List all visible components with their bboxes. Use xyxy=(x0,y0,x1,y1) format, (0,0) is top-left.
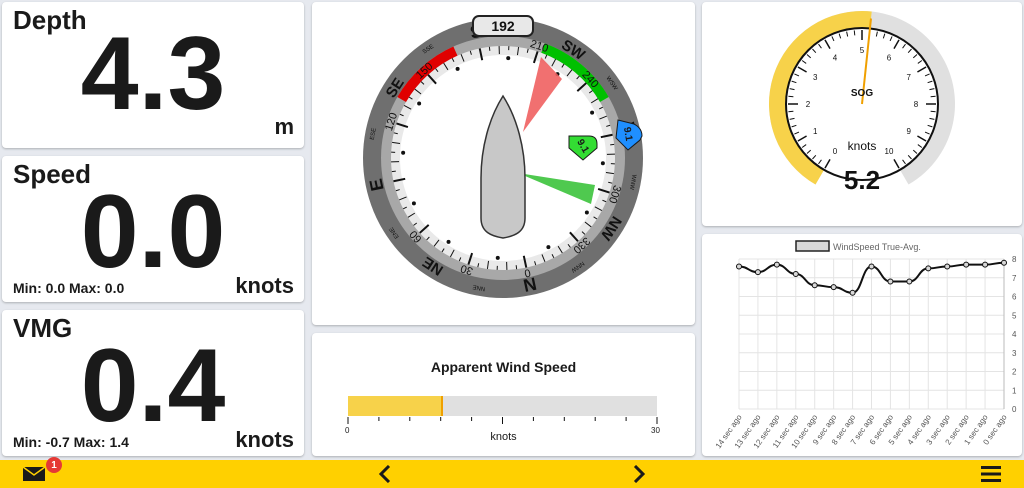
vmg-unit: knots xyxy=(235,427,294,452)
apparent-wind-bar-needle xyxy=(440,396,443,416)
sog-gauge: 0 1 2 3 4 5 6 7 8 9 10 SOG knots 5.2 xyxy=(769,10,955,195)
sog-tick xyxy=(853,30,856,36)
chart-data-point xyxy=(887,278,894,285)
speed-panel: Speed 0.0 knots Min: 0.0 Max: 0.0 xyxy=(2,156,304,302)
sog-tick-label: 5 xyxy=(860,46,865,55)
apparent-wind-bar-track xyxy=(348,396,657,416)
chart-data-point xyxy=(982,261,989,268)
sog-tick-label: 0 xyxy=(833,147,838,156)
notification-count-badge: 1 xyxy=(46,457,62,473)
bottom-toolbar xyxy=(0,460,1024,488)
sog-tick-label: 6 xyxy=(887,53,892,62)
compass-dot xyxy=(446,239,451,244)
chart-data-point xyxy=(849,289,856,296)
legend-swatch xyxy=(795,240,830,252)
sog-unit: knots xyxy=(848,139,877,153)
sog-tick xyxy=(930,95,936,98)
sog-tick-label: 9 xyxy=(907,127,912,136)
heading-readout: 192 xyxy=(491,18,515,34)
chart-y-tick-label: 4 xyxy=(1012,330,1017,339)
chart-data-point xyxy=(868,263,875,270)
chart-data-point xyxy=(925,265,932,272)
chart-data-point xyxy=(773,261,780,268)
heading-readout-box: 192 xyxy=(472,15,534,37)
depth-panel: Depth 4.3 m xyxy=(2,2,304,148)
chart-y-tick-label: 1 xyxy=(1012,386,1017,395)
apparent-wind-bar-fill xyxy=(348,396,442,416)
compass-dot xyxy=(411,201,416,206)
compass-dot xyxy=(546,245,551,250)
wind-speed-chart-panel: WindSpeed True-Avg. 012345678 14 sec ago… xyxy=(702,234,1022,456)
vmg-panel: VMG 0.4 knots Min: -0.7 Max: 1.4 xyxy=(2,310,304,456)
chart-data-point xyxy=(963,261,970,268)
speed-unit: knots xyxy=(235,273,294,298)
envelope-icon xyxy=(22,466,46,481)
hamburger-menu-icon xyxy=(981,466,1001,482)
chart-y-tick-label: 2 xyxy=(1012,368,1017,377)
compass-dot xyxy=(495,255,500,260)
chart-y-tick-label: 8 xyxy=(1012,255,1017,264)
compass-dot xyxy=(401,150,406,155)
apparent-wind-panel: Apparent Wind Speed 0 30 knots xyxy=(312,333,695,456)
compass-dot xyxy=(600,161,605,166)
sog-tick-label: 1 xyxy=(813,127,818,136)
sog-tick-label: 4 xyxy=(833,53,838,62)
chevron-right-icon xyxy=(633,465,646,483)
menu-button[interactable] xyxy=(974,460,1008,488)
chart-data-point xyxy=(811,282,818,289)
depth-value: 4.3 xyxy=(80,16,226,132)
compass-dot xyxy=(590,110,595,115)
sog-tick-label: 7 xyxy=(907,73,912,82)
wind-compass-panel: SSWWNWNNEESE15021024030033003060120SSWWS… xyxy=(312,2,695,325)
sog-tick xyxy=(788,95,794,98)
compass-dot xyxy=(417,101,422,106)
chart-y-tick-label: 5 xyxy=(1012,311,1017,320)
compass-dot xyxy=(455,66,460,71)
chart-y-tick-label: 3 xyxy=(1012,349,1017,358)
apparent-wind-unit: knots xyxy=(490,431,517,443)
chart-y-tick-label: 6 xyxy=(1012,293,1017,302)
sog-label: SOG xyxy=(851,88,873,99)
chart-data-point xyxy=(906,278,913,285)
sog-tick xyxy=(788,110,794,113)
chart-data-point xyxy=(792,271,799,277)
vmg-minmax: Min: -0.7 Max: 1.4 xyxy=(13,434,129,450)
sog-tick xyxy=(930,110,936,113)
wind-speed-chart: WindSpeed True-Avg. 012345678 14 sec ago… xyxy=(714,240,1017,450)
speed-minmax: Min: 0.0 Max: 0.0 xyxy=(13,280,125,296)
chart-data-point xyxy=(944,263,951,270)
chart-y-tick-label: 0 xyxy=(1012,405,1017,414)
chart-data-point xyxy=(754,269,761,276)
apparent-wind-title: Apparent Wind Speed xyxy=(430,359,577,375)
chart-data-point xyxy=(830,284,837,291)
sog-tick-label: 10 xyxy=(885,147,894,156)
previous-page-button[interactable] xyxy=(370,460,400,488)
sog-panel: 0 1 2 3 4 5 6 7 8 9 10 SOG knots 5.2 xyxy=(702,2,1022,226)
depth-unit: m xyxy=(274,114,294,139)
compass-dot xyxy=(506,56,511,61)
chart-y-tick-label: 7 xyxy=(1012,274,1017,283)
next-page-button[interactable] xyxy=(624,460,654,488)
compass-dot xyxy=(584,210,589,215)
legend-label: WindSpeed True-Avg. xyxy=(833,242,921,252)
sog-value: 5.2 xyxy=(844,165,880,195)
chart-data-point xyxy=(1001,259,1007,266)
chart-data-point xyxy=(736,263,742,270)
wind-compass-gauge: SSWWNWNNEESE15021024030033003060120SSWWS… xyxy=(363,15,643,298)
sog-tick-label: 2 xyxy=(806,100,811,109)
sog-tick-label: 8 xyxy=(914,100,919,109)
chevron-left-icon xyxy=(378,465,391,483)
sog-tick-label: 3 xyxy=(813,73,818,82)
